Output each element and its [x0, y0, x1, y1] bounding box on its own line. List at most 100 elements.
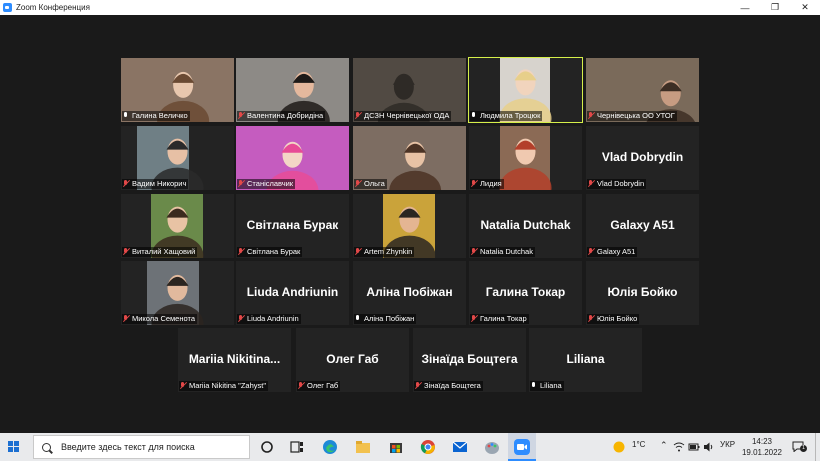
weather-temperature[interactable]: 1°C: [632, 440, 645, 449]
participant-name: Вадим Никорич: [132, 179, 187, 188]
chrome-icon[interactable]: [420, 439, 436, 455]
notification-center-button[interactable]: 1: [792, 441, 807, 452]
participant-tile[interactable]: Станіславчик: [236, 126, 349, 190]
mic-muted-icon: [238, 112, 244, 120]
cortana-icon[interactable]: [259, 439, 275, 455]
participant-name: Людмила Троцюк: [480, 111, 541, 120]
participant-tile[interactable]: Вадим Никорич: [121, 126, 234, 190]
file-explorer-icon[interactable]: [355, 439, 371, 455]
participant-tile[interactable]: Artem Zhynkin: [353, 194, 466, 258]
mic-muted-icon: [355, 248, 361, 256]
participant-label: Чернівецька ОО УТОГ: [587, 111, 677, 121]
restore-button[interactable]: ❐: [760, 0, 790, 15]
network-icon[interactable]: [673, 441, 685, 453]
participant-tile[interactable]: ДСЗН Чернівецької ОДА: [353, 58, 466, 122]
participant-tile[interactable]: Аліна Побіжан Аліна Побіжан: [353, 261, 466, 325]
participant-name: Станіславчик: [247, 179, 294, 188]
mail-icon[interactable]: [452, 439, 468, 455]
participant-tile[interactable]: Vlad Dobrydin Vlad Dobrydin: [586, 126, 699, 190]
participant-label: Галина Величко: [122, 111, 190, 121]
show-desktop-button[interactable]: [815, 433, 820, 461]
participant-name-display: Liliana: [566, 352, 605, 366]
task-view-icon[interactable]: [289, 439, 305, 455]
participant-label: Liuda Andriunin: [237, 314, 301, 324]
participant-tile[interactable]: Олег Габ Олег Габ: [296, 328, 409, 392]
minimize-button[interactable]: —: [730, 0, 760, 15]
weather-sun-icon[interactable]: [612, 440, 626, 454]
mic-muted-icon: [355, 180, 361, 188]
participant-name-display: Юлія Бойко: [607, 285, 678, 299]
participant-name: Vlad Dobrydin: [597, 179, 645, 188]
participant-label: Світлана Бурак: [237, 247, 303, 257]
participant-tile[interactable]: Mariia Nikitina... Mariia Nikitina "Zahys…: [178, 328, 291, 392]
participant-name: Mariia Nikitina "Zahyst": [189, 381, 267, 390]
windows-taskbar: 1°C ⌃ УКР 14:23 19.01.2022 1: [0, 433, 820, 461]
participant-tile[interactable]: Liuda Andriunin Liuda Andriunin: [236, 261, 349, 325]
participant-name: Лидия: [480, 179, 502, 188]
mic-muted-icon: [238, 180, 244, 188]
battery-icon[interactable]: [688, 441, 700, 453]
participant-tile[interactable]: Зінаїда Бощтега Зінаїда Бощтега: [413, 328, 526, 392]
participant-tile[interactable]: Liliana Liliana: [529, 328, 642, 392]
participant-tile[interactable]: Світлана Бурак Світлана Бурак: [236, 194, 349, 258]
participant-label: Валентина Добридіна: [237, 111, 326, 121]
participant-label: Олег Габ: [297, 381, 341, 391]
participant-label: Galaxy A51: [587, 247, 638, 257]
participant-label: Людмила Троцюк: [470, 111, 543, 121]
participant-tile[interactable]: Лидия: [469, 126, 582, 190]
speaker-icon[interactable]: [703, 441, 715, 453]
participant-tile[interactable]: Юлія Бойко Юлія Бойко: [586, 261, 699, 325]
zoom-taskbar-button[interactable]: [508, 433, 536, 461]
participant-name: Чернівецька ОО УТОГ: [597, 111, 675, 120]
clock[interactable]: 14:23 19.01.2022: [740, 436, 784, 458]
clock-date: 19.01.2022: [741, 448, 783, 457]
participant-name: ДСЗН Чернівецької ОДА: [364, 111, 450, 120]
start-button[interactable]: [8, 441, 20, 453]
participant-tile[interactable]: Galaxy A51 Galaxy A51: [586, 194, 699, 258]
participant-tile[interactable]: Галина Токар Галина Токар: [469, 261, 582, 325]
mic-icon: [531, 382, 537, 390]
participant-name: Зінаїда Бощтега: [424, 381, 481, 390]
participant-label: Вадим Никорич: [122, 179, 189, 189]
zoom-app-icon: [3, 3, 12, 12]
participant-name-display: Mariia Nikitina...: [188, 352, 281, 366]
participant-name: Galaxy A51: [597, 247, 636, 256]
participant-name: Галина Величко: [132, 111, 188, 120]
participant-tile[interactable]: Валентина Добридіна: [236, 58, 349, 122]
notification-count: 1: [800, 445, 807, 452]
mic-muted-icon: [415, 382, 421, 390]
participant-name: Олег Габ: [307, 381, 339, 390]
close-button[interactable]: ✕: [790, 0, 820, 15]
participant-label: Зінаїда Бощтега: [414, 381, 483, 391]
store-icon[interactable]: [388, 439, 404, 455]
participant-tile[interactable]: Галина Величко: [121, 58, 234, 122]
participant-tile[interactable]: Чернівецька ОО УТОГ: [586, 58, 699, 122]
participant-name-display: Світлана Бурак: [246, 218, 339, 232]
participant-tile[interactable]: Виталий Хащовий: [121, 194, 234, 258]
participant-name: Natalia Dutchak: [480, 247, 533, 256]
search-input[interactable]: [59, 441, 243, 453]
chevron-up-icon[interactable]: ⌃: [660, 440, 668, 451]
participant-name: Liuda Andriunin: [247, 314, 299, 323]
language-indicator[interactable]: УКР: [720, 440, 735, 449]
participant-name-display: Galaxy A51: [610, 218, 675, 232]
paint-icon[interactable]: [484, 439, 500, 455]
participant-name: Світлана Бурак: [247, 247, 301, 256]
mic-muted-icon: [180, 382, 186, 390]
mic-muted-icon: [238, 248, 244, 256]
participant-label: Vlad Dobrydin: [587, 179, 647, 189]
mic-muted-icon: [123, 180, 129, 188]
participant-tile[interactable]: Микола Семенота: [121, 261, 234, 325]
participant-tile[interactable]: Людмила Троцюк: [468, 57, 583, 123]
zoom-icon: [514, 439, 530, 455]
participant-tile[interactable]: Natalia Dutchak Natalia Dutchak: [469, 194, 582, 258]
participant-label: Mariia Nikitina "Zahyst": [179, 381, 269, 391]
participant-label: Микола Семенота: [122, 314, 198, 324]
mic-muted-icon: [588, 180, 594, 188]
taskbar-search[interactable]: [33, 435, 250, 459]
mic-muted-icon: [588, 315, 594, 323]
title-bar: Zoom Конференция — ❐ ✕: [0, 0, 820, 15]
mic-muted-icon: [471, 180, 477, 188]
edge-icon[interactable]: [322, 439, 338, 455]
participant-tile[interactable]: Ольга: [353, 126, 466, 190]
